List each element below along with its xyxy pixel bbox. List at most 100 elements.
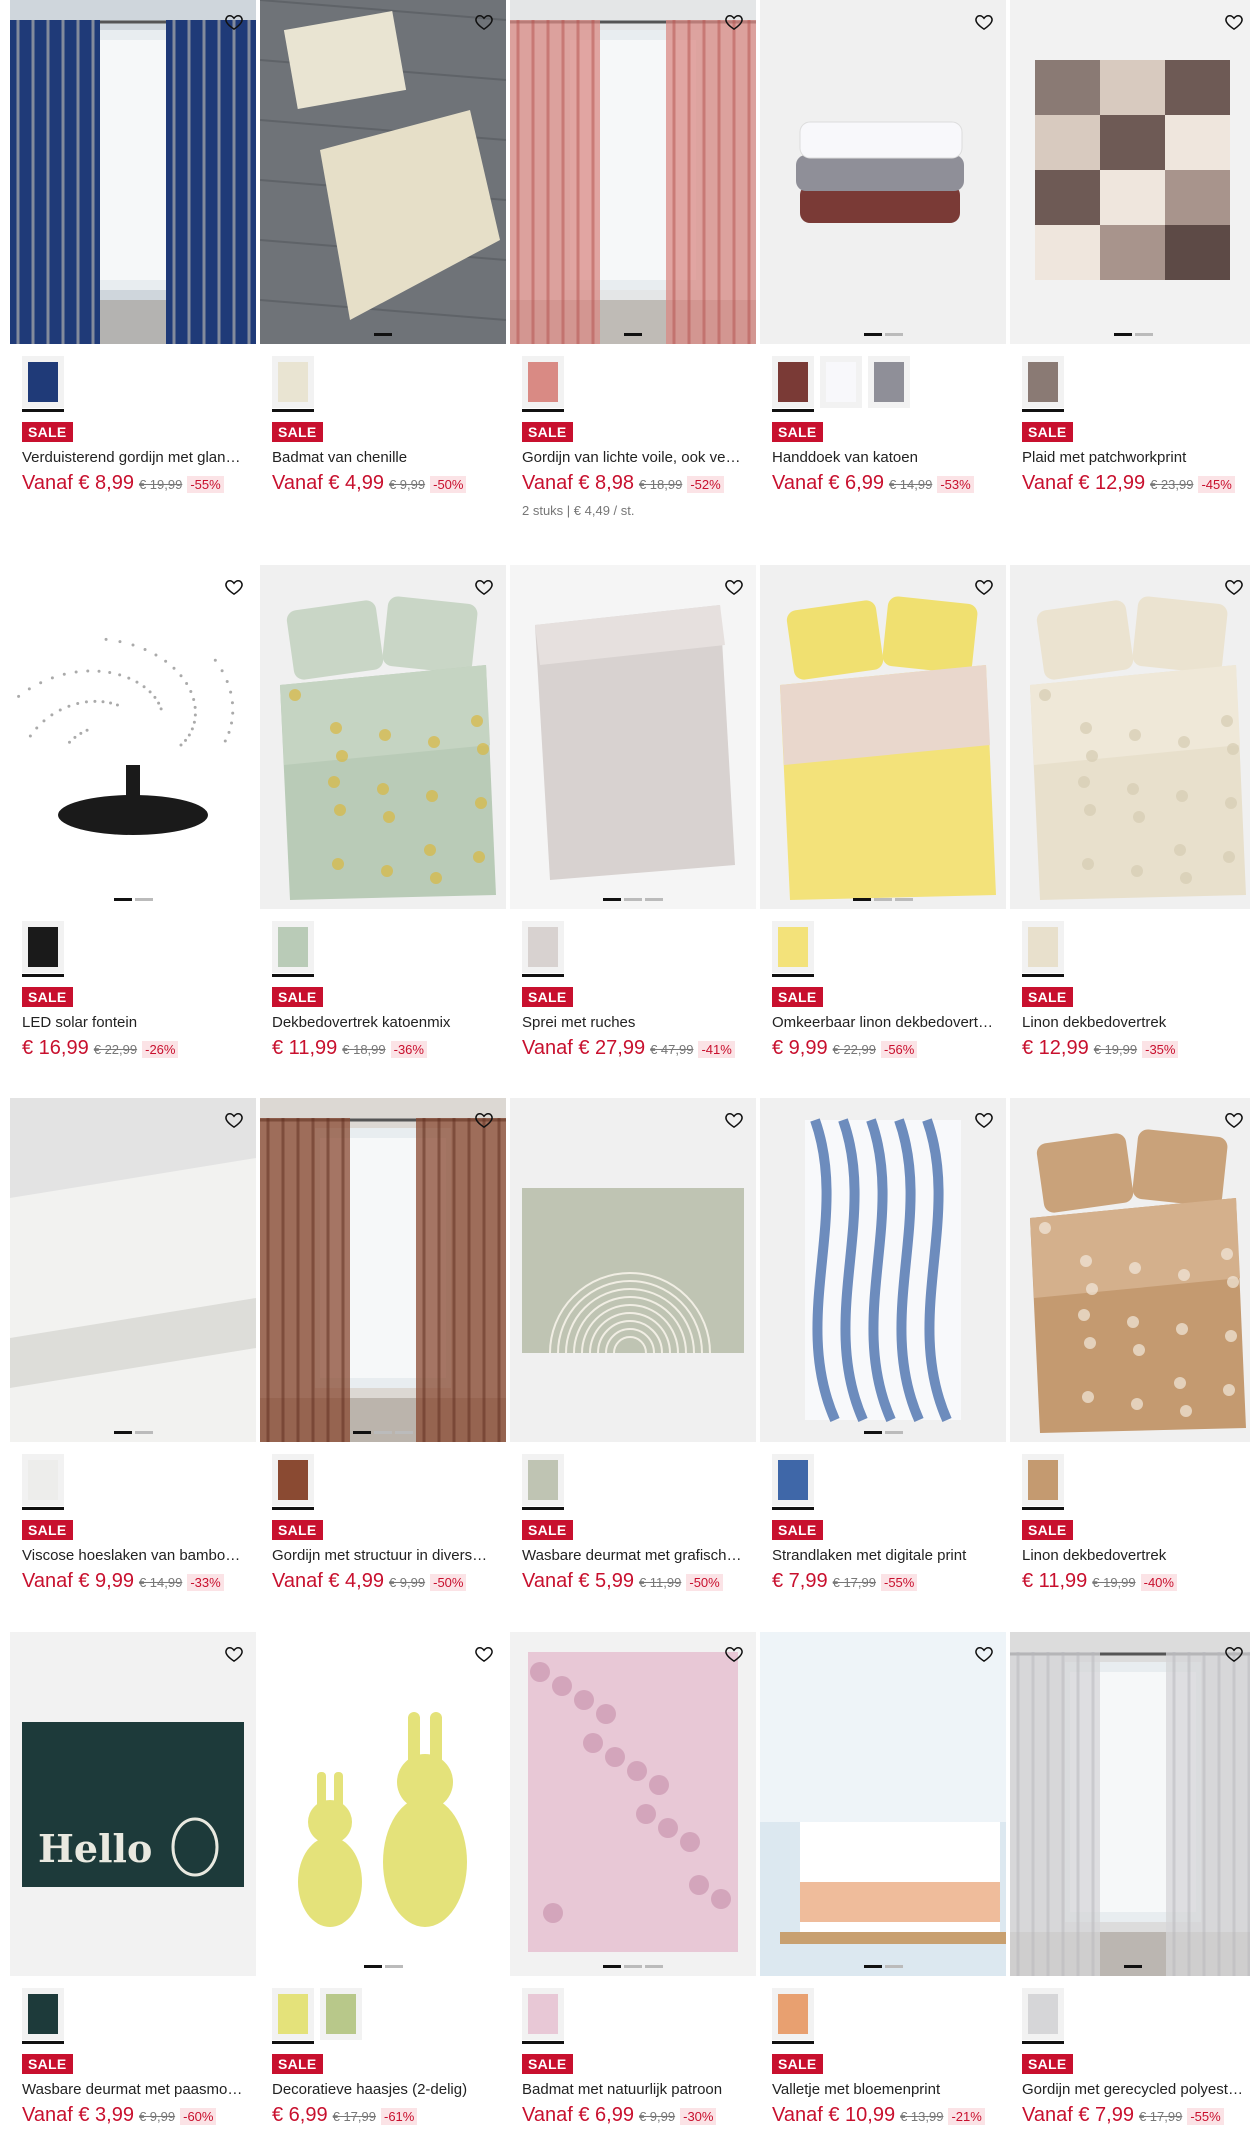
carousel-indicator[interactable] xyxy=(1010,333,1250,336)
product-image[interactable] xyxy=(1010,1098,1250,1442)
heart-icon[interactable] xyxy=(224,577,244,597)
product-image[interactable] xyxy=(760,1098,1006,1442)
color-swatch[interactable] xyxy=(772,921,814,977)
color-swatch[interactable] xyxy=(320,1988,362,2044)
carousel-dot[interactable] xyxy=(374,1431,392,1434)
heart-icon[interactable] xyxy=(474,1110,494,1130)
carousel-dot[interactable] xyxy=(1124,1965,1142,1968)
color-swatch[interactable] xyxy=(22,356,64,412)
color-swatch[interactable] xyxy=(272,1454,314,1510)
carousel-indicator[interactable] xyxy=(10,898,256,901)
carousel-dot[interactable] xyxy=(853,898,871,901)
color-swatch[interactable] xyxy=(522,921,564,977)
color-swatch[interactable] xyxy=(1022,921,1064,977)
product-title[interactable]: Dekbedovertrek katoenmix xyxy=(272,1014,494,1031)
heart-icon[interactable] xyxy=(974,12,994,32)
product-card[interactable]: SALE Linon dekbedovertrek € 12,99 € 19,9… xyxy=(1010,565,1250,1060)
product-image[interactable] xyxy=(1010,1632,1250,1976)
color-swatch[interactable] xyxy=(868,356,910,412)
carousel-dot[interactable] xyxy=(603,1965,621,1968)
product-image[interactable] xyxy=(1010,0,1250,344)
color-swatch[interactable] xyxy=(272,356,314,412)
product-title[interactable]: Omkeerbaar linon dekbedovertrek xyxy=(772,1014,994,1031)
carousel-dot[interactable] xyxy=(603,898,621,901)
carousel-dot[interactable] xyxy=(624,333,642,336)
carousel-dot[interactable] xyxy=(645,898,663,901)
heart-icon[interactable] xyxy=(474,577,494,597)
carousel-dot[interactable] xyxy=(884,333,903,336)
product-image[interactable] xyxy=(510,1632,756,1976)
product-image[interactable] xyxy=(760,1632,1006,1976)
heart-icon[interactable] xyxy=(474,12,494,32)
product-card[interactable]: SALE Verduisterend gordijn met glanze… V… xyxy=(10,0,256,495)
carousel-dot[interactable] xyxy=(134,1431,153,1434)
color-swatch[interactable] xyxy=(772,356,814,412)
heart-icon[interactable] xyxy=(1224,12,1244,32)
heart-icon[interactable] xyxy=(474,1644,494,1664)
carousel-indicator[interactable] xyxy=(760,333,1006,336)
color-swatch[interactable] xyxy=(22,1454,64,1510)
product-title[interactable]: Linon dekbedovertrek xyxy=(1022,1547,1244,1564)
product-image[interactable] xyxy=(260,1098,506,1442)
heart-icon[interactable] xyxy=(724,1110,744,1130)
carousel-indicator[interactable] xyxy=(260,1965,506,1968)
product-image[interactable] xyxy=(760,565,1006,909)
carousel-dot[interactable] xyxy=(895,898,913,901)
carousel-dot[interactable] xyxy=(363,1965,382,1968)
product-image[interactable] xyxy=(260,0,506,344)
color-swatch[interactable] xyxy=(1022,1454,1064,1510)
carousel-dot[interactable] xyxy=(624,1965,642,1968)
product-title[interactable]: Plaid met patchworkprint xyxy=(1022,449,1244,466)
product-card[interactable]: SALE Handdoek van katoen Vanaf € 6,99 € … xyxy=(760,0,1006,495)
heart-icon[interactable] xyxy=(1224,1110,1244,1130)
carousel-dot[interactable] xyxy=(624,898,642,901)
product-image[interactable] xyxy=(260,565,506,909)
product-title[interactable]: Linon dekbedovertrek xyxy=(1022,1014,1244,1031)
heart-icon[interactable] xyxy=(1224,1644,1244,1664)
carousel-dot[interactable] xyxy=(874,898,892,901)
product-title[interactable]: Verduisterend gordijn met glanze… xyxy=(22,449,244,466)
color-swatch[interactable] xyxy=(1022,356,1064,412)
product-image[interactable] xyxy=(10,0,256,344)
product-card[interactable]: SALE Badmat met natuurlijk patroon Vanaf… xyxy=(510,1632,756,2127)
product-title[interactable]: Badmat van chenille xyxy=(272,449,494,466)
product-title[interactable]: Wasbare deurmat met paasmotief xyxy=(22,2081,244,2098)
product-image[interactable] xyxy=(1010,565,1250,909)
product-title[interactable]: Viscose hoeslaken van bamboece… xyxy=(22,1547,244,1564)
product-card[interactable]: SALE Strandlaken met digitale print € 7,… xyxy=(760,1098,1006,1593)
product-card[interactable]: SALE Wasbare deurmat met grafisch d… Van… xyxy=(510,1098,756,1593)
product-title[interactable]: Gordijn van lichte voile, ook verk… xyxy=(522,449,744,466)
product-title[interactable]: Sprei met ruches xyxy=(522,1014,744,1031)
heart-icon[interactable] xyxy=(224,1110,244,1130)
carousel-dot[interactable] xyxy=(113,898,132,901)
product-title[interactable]: Wasbare deurmat met grafisch d… xyxy=(522,1547,744,1564)
heart-icon[interactable] xyxy=(724,12,744,32)
color-swatch[interactable] xyxy=(272,1988,314,2044)
product-card[interactable]: SALE Gordijn met gerecycled polyester… V… xyxy=(1010,1632,1250,2127)
heart-icon[interactable] xyxy=(724,1644,744,1664)
carousel-dot[interactable] xyxy=(1113,333,1132,336)
carousel-dot[interactable] xyxy=(353,1431,371,1434)
product-card[interactable]: SALE Linon dekbedovertrek € 11,99 € 19,9… xyxy=(1010,1098,1250,1593)
product-card[interactable]: SALE Gordijn van lichte voile, ook verk…… xyxy=(510,0,756,518)
product-image[interactable] xyxy=(510,565,756,909)
product-title[interactable]: Badmat met natuurlijk patroon xyxy=(522,2081,744,2098)
carousel-dot[interactable] xyxy=(863,1431,882,1434)
color-swatch[interactable] xyxy=(522,356,564,412)
heart-icon[interactable] xyxy=(974,1110,994,1130)
carousel-dot[interactable] xyxy=(384,1965,403,1968)
color-swatch[interactable] xyxy=(772,1988,814,2044)
product-card[interactable]: SALE LED solar fontein € 16,99 € 22,99 -… xyxy=(10,565,256,1060)
heart-icon[interactable] xyxy=(1224,577,1244,597)
carousel-dot[interactable] xyxy=(863,333,882,336)
carousel-indicator[interactable] xyxy=(510,898,756,901)
carousel-dot[interactable] xyxy=(863,1965,882,1968)
product-card[interactable]: SALE Plaid met patchworkprint Vanaf € 12… xyxy=(1010,0,1250,495)
product-image[interactable] xyxy=(260,1632,506,1976)
color-swatch[interactable] xyxy=(820,356,862,412)
heart-icon[interactable] xyxy=(974,1644,994,1664)
product-card[interactable]: SALE Sprei met ruches Vanaf € 27,99 € 47… xyxy=(510,565,756,1060)
carousel-indicator[interactable] xyxy=(10,1431,256,1434)
product-title[interactable]: Valletje met bloemenprint xyxy=(772,2081,994,2098)
color-swatch[interactable] xyxy=(1022,1988,1064,2044)
